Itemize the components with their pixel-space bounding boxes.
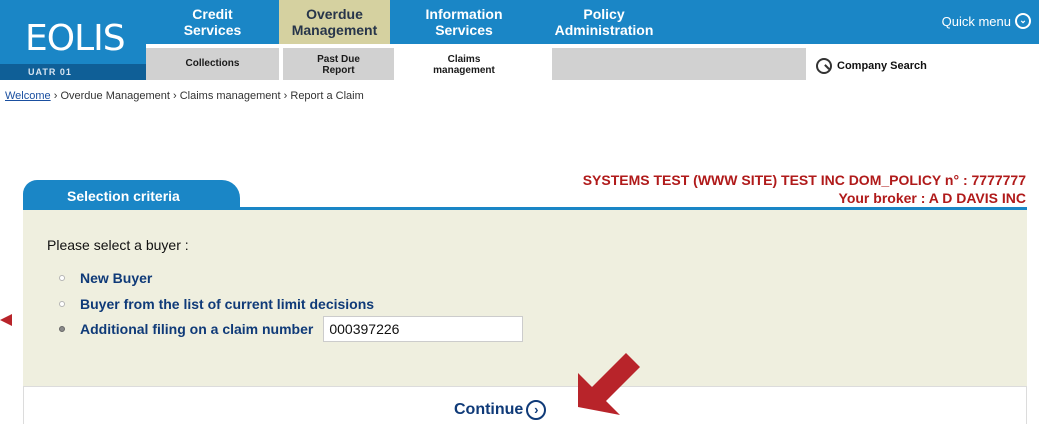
subnav-tab-label: management: [433, 65, 495, 76]
annotation-arrow-pointer: [578, 353, 640, 415]
search-icon: [816, 58, 832, 74]
logo-text: EOLIS: [25, 18, 126, 59]
chevron-right-icon: ›: [526, 400, 547, 420]
nav-tab-label: Overdue: [306, 6, 363, 22]
main-nav: Credit Services Overdue Management Infor…: [146, 0, 1039, 44]
sub-nav: Collections Past Due Report Claims manag…: [146, 44, 1039, 80]
continue-button[interactable]: Continue ›: [454, 400, 547, 420]
breadcrumb-separator: ›: [172, 90, 177, 102]
quick-menu-label: Quick menu: [941, 13, 1011, 29]
radio-buyer-from-list[interactable]: [59, 301, 65, 307]
policy-info: SYSTEMS TEST (WWW SITE) TEST INC DOM_POL…: [582, 172, 1026, 188]
radio-new-buyer[interactable]: [59, 275, 65, 281]
eolis-logo[interactable]: EOLIS UATR 01: [0, 0, 146, 80]
nav-tab-label: Management: [291, 22, 378, 38]
breadcrumb-item: Overdue Management: [60, 90, 170, 102]
subnav-empty-slot: [552, 48, 806, 80]
environment-tag: UATR 01: [0, 64, 146, 80]
option-label: Additional filing on a claim number: [80, 321, 314, 337]
subnav-tab-past-due-report[interactable]: Past Due Report: [283, 48, 394, 80]
buyer-prompt: Please select a buyer :: [47, 237, 189, 253]
option-new-buyer[interactable]: New Buyer: [59, 270, 152, 286]
subnav-tab-label: Claims: [447, 54, 481, 65]
breadcrumb-item-current: Report a Claim: [290, 90, 364, 102]
subnav-tab-label: Past Due: [317, 54, 360, 65]
radio-additional-filing[interactable]: [59, 326, 65, 332]
company-search-link[interactable]: Company Search: [816, 58, 927, 74]
continue-label: Continue: [454, 401, 524, 418]
selection-panel: Please select a buyer : New Buyer Buyer …: [23, 210, 1027, 386]
selection-criteria-tab: Selection criteria: [23, 180, 240, 210]
option-label: Buyer from the list of current limit dec…: [80, 296, 375, 312]
nav-tab-label: Information: [425, 6, 503, 22]
nav-tab-label: Administration: [554, 22, 654, 38]
subnav-tab-claims-management[interactable]: Claims management: [398, 48, 530, 80]
chevron-down-icon: ⌄: [1015, 13, 1031, 29]
breadcrumb-item: Claims management: [179, 90, 281, 102]
breadcrumb: Welcome › Overdue Management › Claims ma…: [5, 90, 364, 102]
breadcrumb-home-link[interactable]: Welcome: [5, 90, 51, 102]
option-buyer-from-list[interactable]: Buyer from the list of current limit dec…: [59, 296, 374, 312]
quick-menu-button[interactable]: Quick menu ⌄: [942, 13, 1031, 29]
option-additional-filing[interactable]: Additional filing on a claim number: [59, 316, 524, 342]
nav-tab-overdue-management[interactable]: Overdue Management: [279, 0, 390, 44]
option-label: New Buyer: [80, 270, 153, 286]
company-search-label: Company Search: [837, 60, 927, 72]
nav-tab-label: Services: [435, 22, 493, 38]
nav-tab-label: Services: [183, 22, 242, 38]
nav-tab-label: Credit: [192, 6, 233, 22]
nav-tab-credit-services[interactable]: Credit Services: [146, 0, 279, 44]
nav-tab-label: Policy: [583, 6, 625, 22]
annotation-arrow-left: [0, 314, 12, 326]
subnav-tab-label: Collections: [185, 58, 240, 69]
broker-info: Your broker : A D DAVIS INC: [838, 190, 1026, 206]
subnav-tab-label: Report: [322, 65, 355, 76]
nav-tab-information-services[interactable]: Information Services: [398, 0, 530, 44]
subnav-tab-collections[interactable]: Collections: [146, 48, 279, 80]
claim-number-input[interactable]: [323, 316, 524, 342]
breadcrumb-separator: ›: [283, 90, 288, 102]
breadcrumb-separator: ›: [53, 90, 58, 102]
nav-tab-policy-administration[interactable]: Policy Administration: [542, 0, 666, 44]
